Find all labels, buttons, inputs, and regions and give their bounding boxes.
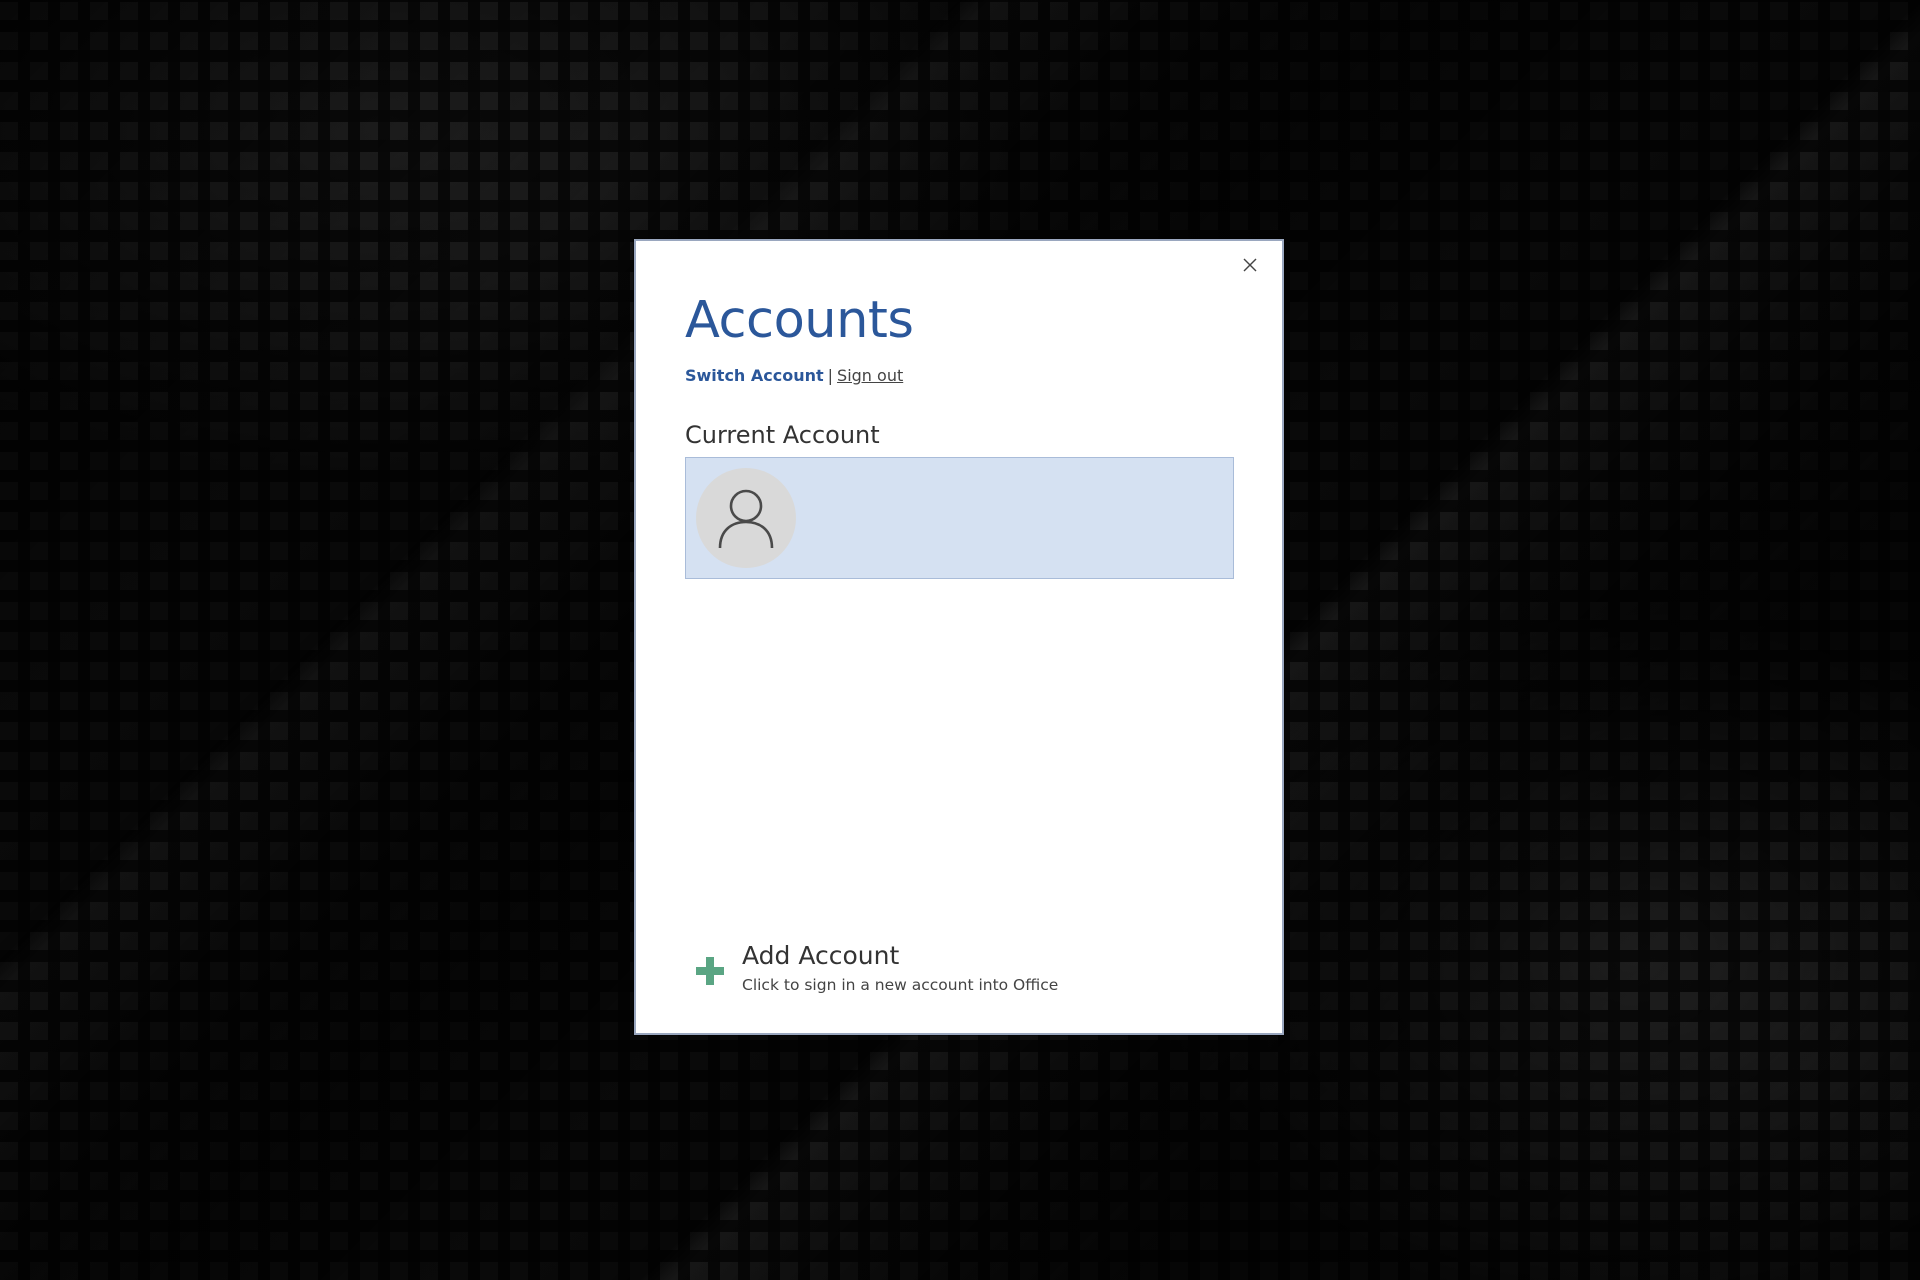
avatar <box>696 468 796 568</box>
dialog-title: Accounts <box>685 291 914 350</box>
accounts-dialog: Accounts Switch Account | Sign out Current… <box>634 239 1284 1035</box>
add-account-button[interactable]: Add Account Click to sign in a new accou… <box>696 941 1096 1001</box>
close-icon <box>1243 258 1257 272</box>
current-account-heading: Current Account <box>685 421 880 449</box>
sign-out-link[interactable]: Sign out <box>837 366 903 385</box>
person-icon <box>718 489 774 549</box>
link-separator: | <box>827 366 834 385</box>
switch-account-link[interactable]: Switch Account <box>685 366 824 385</box>
add-account-title: Add Account <box>742 941 900 970</box>
add-account-subtitle: Click to sign in a new account into Offi… <box>742 976 1059 994</box>
close-button[interactable] <box>1236 251 1264 279</box>
current-account-card[interactable] <box>685 457 1234 579</box>
plus-icon <box>696 957 724 985</box>
account-actions: Switch Account | Sign out <box>685 366 903 385</box>
